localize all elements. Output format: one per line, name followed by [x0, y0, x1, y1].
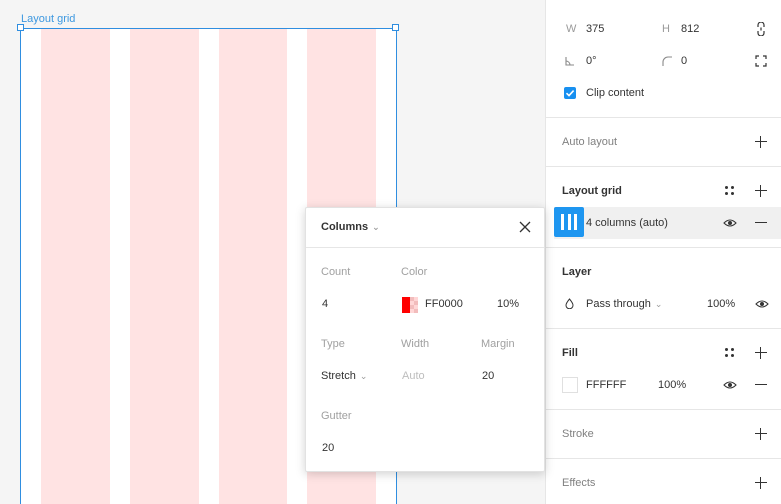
corner-radius-icon: [662, 56, 672, 66]
grid-styles-icon[interactable]: [725, 186, 735, 196]
fill-hex-input[interactable]: FFFFFF: [586, 379, 626, 391]
grid-color-swatch[interactable]: [402, 297, 418, 313]
add-fill-icon[interactable]: [755, 347, 767, 359]
type-select[interactable]: Stretch ⌄: [321, 370, 367, 382]
blend-mode-select[interactable]: Pass through ⌄: [586, 298, 662, 310]
rotation-input[interactable]: 0°: [586, 55, 597, 67]
add-layout-grid-icon[interactable]: [755, 185, 767, 197]
frame-label[interactable]: Layout grid: [21, 13, 75, 25]
effects-title: Effects: [562, 477, 596, 489]
divider: [546, 409, 781, 410]
width-input[interactable]: 375: [586, 23, 604, 35]
check-icon: [565, 90, 575, 97]
resize-handle-top-left[interactable]: [17, 24, 24, 31]
add-auto-layout-icon[interactable]: [755, 136, 767, 148]
width-label: W: [566, 23, 577, 35]
constrain-proportions-icon[interactable]: [757, 22, 765, 36]
divider: [546, 328, 781, 329]
grid-color-hex-input[interactable]: FF0000: [425, 298, 463, 310]
layer-opacity-input[interactable]: 100%: [707, 298, 735, 310]
eye-icon[interactable]: [723, 380, 737, 390]
width-label: Width: [401, 338, 430, 350]
independent-corners-icon[interactable]: [755, 55, 767, 67]
divider: [546, 117, 781, 118]
fill-styles-icon[interactable]: [725, 348, 735, 358]
layout-grid-item-label[interactable]: 4 columns (auto): [586, 217, 668, 229]
corner-radius-input[interactable]: 0: [681, 55, 687, 67]
height-input[interactable]: 812: [681, 23, 699, 35]
stroke-title: Stroke: [562, 428, 594, 440]
auto-layout-title: Auto layout: [562, 136, 618, 148]
color-label: Color: [401, 266, 428, 278]
divider: [546, 247, 781, 248]
fill-color-swatch[interactable]: [562, 377, 578, 393]
eye-icon[interactable]: [755, 299, 769, 309]
divider: [546, 166, 781, 167]
layer-title: Layer: [562, 266, 592, 278]
add-stroke-icon[interactable]: [755, 428, 767, 440]
height-label: H: [662, 23, 670, 35]
margin-input[interactable]: 20: [482, 370, 494, 382]
clip-content-checkbox[interactable]: [564, 87, 576, 99]
rotation-icon: [565, 57, 574, 66]
count-input[interactable]: 4: [322, 298, 328, 310]
grid-column: [41, 29, 110, 504]
eye-icon[interactable]: [723, 218, 737, 228]
gutter-input[interactable]: 20: [322, 442, 334, 454]
close-icon[interactable]: [519, 221, 531, 233]
popover-header: Columns ⌄: [306, 208, 544, 248]
fill-opacity-input[interactable]: 100%: [658, 379, 686, 391]
grid-column: [130, 29, 199, 504]
count-label: Count: [321, 266, 351, 278]
properties-panel: W 375 H 812 0° 0 Clip content Auto layou…: [545, 0, 781, 504]
add-effect-icon[interactable]: [755, 477, 767, 489]
grid-settings-popover: Columns ⌄ Count Color 4 FF0000 10% Type W…: [305, 207, 545, 472]
fill-title: Fill: [562, 347, 578, 359]
width-input[interactable]: Auto: [402, 370, 425, 382]
remove-layout-grid-icon[interactable]: [755, 217, 767, 229]
grid-color-opacity-input[interactable]: 10%: [497, 298, 519, 310]
remove-fill-icon[interactable]: [755, 379, 767, 391]
type-label: Type: [321, 338, 345, 350]
divider: [546, 458, 781, 459]
grid-type-select[interactable]: Columns ⌄: [321, 221, 380, 233]
resize-handle-top-right[interactable]: [392, 24, 399, 31]
clip-content-label: Clip content: [586, 87, 645, 99]
layout-grid-title: Layout grid: [562, 185, 622, 197]
gutter-label: Gutter: [321, 410, 352, 422]
margin-label: Margin: [481, 338, 515, 350]
layout-grid-settings-icon[interactable]: [554, 207, 584, 237]
blend-mode-drop-icon: [565, 298, 574, 309]
grid-column: [219, 29, 287, 504]
